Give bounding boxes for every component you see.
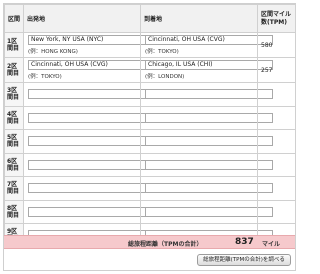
destination-input[interactable]: Chicago, IL USA (CHI): [145, 60, 273, 70]
destination-cell: [140, 176, 273, 201]
segment-tpm: [257, 176, 296, 201]
destination-cell: [140, 129, 273, 154]
segment-label: 6区間目: [4, 152, 24, 177]
destination-input[interactable]: [145, 112, 273, 123]
segment-label: 2区間目: [4, 57, 24, 83]
segment-tpm: [257, 105, 296, 130]
destination-cell: [140, 199, 273, 224]
destination-cell: [140, 82, 273, 107]
segment-tpm: 580: [257, 32, 296, 58]
origin-cell: [23, 129, 156, 154]
segment-label: 3区間目: [4, 82, 24, 107]
header-tpm: 区間マイル数(TPM): [257, 4, 296, 33]
segment-tpm: [257, 82, 296, 107]
total-unit: マイル: [262, 241, 281, 248]
destination-cell: [140, 105, 273, 130]
total-value: 837: [235, 237, 254, 247]
segment-row: 7区間目: [4, 176, 296, 201]
origin-input[interactable]: [28, 159, 156, 170]
origin-input[interactable]: [28, 136, 156, 147]
segment-row: 4区間目: [4, 105, 296, 130]
segment-row: 5区間目: [4, 129, 296, 154]
segment-tpm: [257, 199, 296, 224]
destination-example-hint: (例：TOKYO): [145, 49, 179, 55]
header-origin: 出発地: [23, 4, 141, 33]
destination-input[interactable]: [145, 159, 273, 170]
origin-cell: Cincinnati, OH USA (CVG) (例：TOKYO): [23, 57, 156, 83]
origin-example-hint: (例：HONG KONG): [28, 49, 78, 55]
header-destination: 到着地: [140, 4, 258, 33]
segment-tpm: 257: [257, 57, 296, 83]
origin-cell: [23, 152, 156, 177]
segment-label: 8区間目: [4, 199, 24, 224]
segment-label: 1区間目: [4, 32, 24, 58]
origin-cell: [23, 82, 156, 107]
destination-cell: [140, 152, 273, 177]
segment-row: 6区間目: [4, 152, 296, 177]
route-table: 区間 出発地 到着地 区間マイル数(TPM) 1区間目 New York, NY …: [4, 4, 296, 248]
destination-input[interactable]: Cincinnati, OH USA (CVG): [145, 35, 273, 45]
origin-input[interactable]: New York, NY USA (NYC): [28, 35, 156, 45]
origin-example-hint: (例：TOKYO): [28, 74, 62, 80]
segment-row: 2区間目 Cincinnati, OH USA (CVG) (例：TOKYO) Chi…: [4, 57, 296, 83]
origin-input[interactable]: [28, 112, 156, 123]
origin-cell: [23, 199, 156, 224]
calculate-tpm-button[interactable]: 総旅程距離(TPMの合計)を調べる: [197, 254, 291, 266]
segment-label: 4区間目: [4, 105, 24, 130]
destination-input[interactable]: [145, 183, 273, 194]
origin-cell: New York, NY USA (NYC) (例：HONG KONG): [23, 32, 156, 58]
destination-cell: Cincinnati, OH USA (CVG) (例：TOKYO): [140, 32, 273, 58]
destination-cell: Chicago, IL USA (CHI) (例：LONDON): [140, 57, 273, 83]
destination-input[interactable]: [145, 89, 273, 100]
destination-input[interactable]: [145, 206, 273, 217]
total-bar: 総旅程距離（TPMの合計） 837 マイル: [4, 235, 295, 249]
table-header-row: 区間 出発地 到着地 区間マイル数(TPM): [4, 4, 296, 33]
destination-input[interactable]: [145, 136, 273, 147]
total-label: 総旅程距離（TPMの合計）: [128, 241, 203, 248]
destination-example-hint: (例：LONDON): [145, 74, 185, 80]
segment-label: 7区間目: [4, 176, 24, 201]
origin-input[interactable]: Cincinnati, OH USA (CVG): [28, 60, 156, 70]
segment-label: 5区間目: [4, 129, 24, 154]
segment-row: 8区間目: [4, 199, 296, 224]
header-segment: 区間: [4, 4, 24, 33]
origin-input[interactable]: [28, 183, 156, 194]
segment-tpm: [257, 129, 296, 154]
segment-row: 1区間目 New York, NY USA (NYC) (例：HONG KONG) C…: [4, 32, 296, 58]
segment-row: 3区間目: [4, 82, 296, 107]
origin-cell: [23, 176, 156, 201]
origin-cell: [23, 105, 156, 130]
origin-input[interactable]: [28, 89, 156, 100]
origin-input[interactable]: [28, 206, 156, 217]
segment-tpm: [257, 152, 296, 177]
